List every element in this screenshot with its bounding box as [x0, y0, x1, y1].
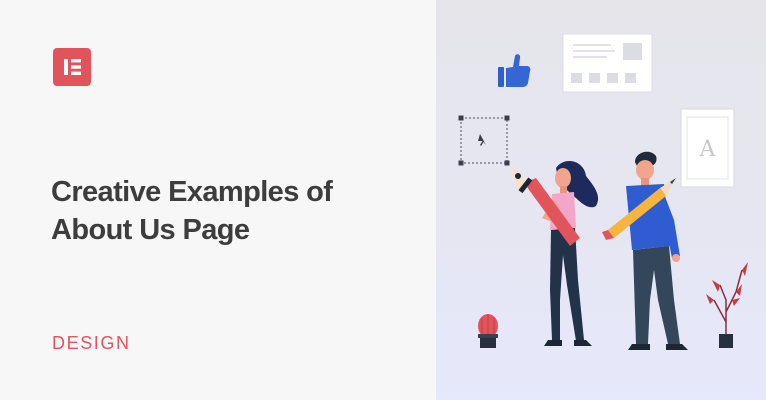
- woman-figure: [510, 161, 599, 346]
- about-us-illustration: A: [458, 33, 748, 350]
- illustration-panel: A: [436, 0, 766, 400]
- plant-icon: [706, 262, 748, 348]
- left-panel: Creative Examples of About Us Page DESIG…: [0, 0, 436, 400]
- letter-card: A: [680, 108, 735, 188]
- cursor-icon: [478, 134, 486, 146]
- elementor-logo-icon[interactable]: [53, 48, 91, 86]
- page-title: Creative Examples of About Us Page: [51, 173, 411, 249]
- man-figure: [602, 151, 688, 350]
- title-line-2: About Us Page: [51, 214, 250, 246]
- card-letter: A: [699, 137, 717, 162]
- category-label[interactable]: DESIGN: [52, 333, 131, 354]
- cactus-icon: [478, 314, 498, 348]
- thumbs-up-icon: [498, 54, 531, 87]
- selection-box: [458, 115, 510, 166]
- wireframe-card: [562, 33, 653, 93]
- title-line-1: Creative Examples of: [51, 176, 333, 208]
